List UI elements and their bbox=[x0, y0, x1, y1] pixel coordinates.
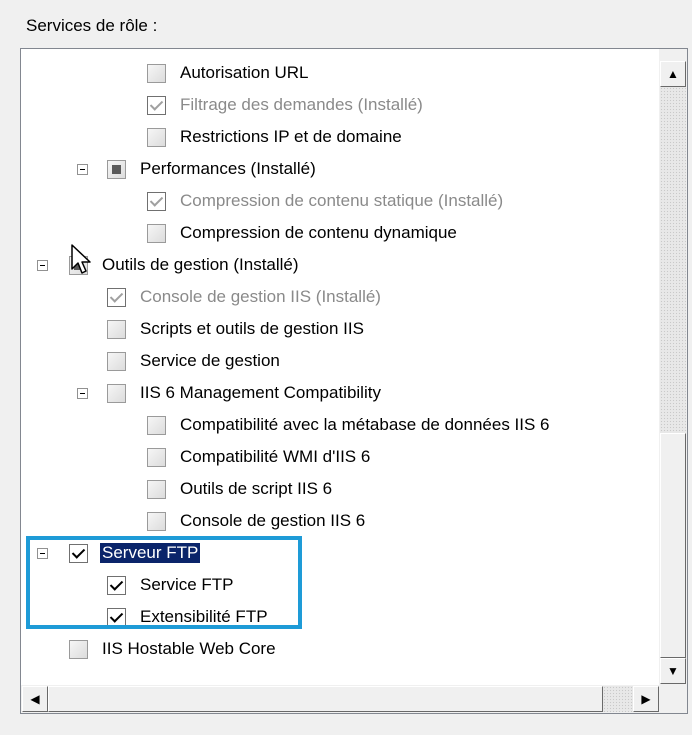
tree-item-label: Extensibilité FTP bbox=[140, 607, 268, 626]
horizontal-scrollbar[interactable]: ◀ ▶ bbox=[21, 685, 660, 713]
tree-item-script-iis6[interactable]: Outils de script IIS 6 bbox=[147, 473, 334, 505]
tree-item-service-ftp[interactable]: Service FTP bbox=[107, 569, 236, 601]
tree-item-label: Autorisation URL bbox=[180, 63, 309, 82]
checkbox[interactable] bbox=[147, 415, 166, 435]
tree-item-serveur-ftp[interactable]: Serveur FTP bbox=[69, 537, 201, 569]
tree-item-label: Console de gestion IIS (Installé) bbox=[140, 287, 381, 306]
checkbox[interactable] bbox=[107, 351, 126, 371]
role-services-tree[interactable]: Autorisation URL Filtrage des demandes (… bbox=[20, 48, 688, 714]
tree-item-iis6-compat[interactable]: IIS 6 Management Compatibility bbox=[107, 377, 383, 409]
tree-item-wmi-iis6[interactable]: Compatibilité WMI d'IIS 6 bbox=[147, 441, 372, 473]
tree-item-filtrage-des-demandes: Filtrage des demandes (Installé) bbox=[147, 89, 425, 121]
mouse-cursor-icon bbox=[71, 244, 91, 274]
tree-item-service-de-gestion[interactable]: Service de gestion bbox=[107, 345, 282, 377]
tree-item-label: Serveur FTP bbox=[100, 543, 201, 563]
tree-item-label: Compatibilité WMI d'IIS 6 bbox=[180, 447, 371, 466]
checkbox[interactable] bbox=[107, 159, 126, 179]
collapse-icon[interactable] bbox=[37, 548, 48, 559]
tree-item-label: Filtrage des demandes (Installé) bbox=[180, 95, 423, 114]
checkbox[interactable] bbox=[69, 543, 88, 563]
tree-item-label: Service de gestion bbox=[140, 351, 280, 370]
tree-item-label: Compression de contenu statique (Install… bbox=[180, 191, 504, 210]
tree-item-label: Restrictions IP et de domaine bbox=[180, 127, 402, 146]
arrow-up-icon: ▲ bbox=[667, 67, 679, 81]
checkbox[interactable] bbox=[147, 479, 166, 499]
arrow-right-icon: ▶ bbox=[641, 692, 651, 706]
tree-item-iis-hostable-web-core[interactable]: IIS Hostable Web Core bbox=[69, 633, 278, 665]
scroll-left-button[interactable]: ◀ bbox=[22, 686, 48, 712]
scroll-track[interactable] bbox=[660, 87, 686, 433]
checkbox[interactable] bbox=[69, 639, 88, 659]
tree-item-performances[interactable]: Performances (Installé) bbox=[107, 153, 318, 185]
checkbox[interactable] bbox=[107, 319, 126, 339]
collapse-icon[interactable] bbox=[77, 164, 88, 175]
checkbox[interactable] bbox=[147, 63, 166, 83]
tree-item-console-iis6[interactable]: Console de gestion IIS 6 bbox=[147, 505, 367, 537]
checkbox[interactable] bbox=[147, 447, 166, 467]
tree-item-label: Console de gestion IIS 6 bbox=[180, 511, 366, 530]
tree-item-metabase-iis6[interactable]: Compatibilité avec la métabase de donnée… bbox=[147, 409, 552, 441]
tree-item-label: Scripts et outils de gestion IIS bbox=[140, 319, 364, 338]
tree-item-compression-dynamique[interactable]: Compression de contenu dynamique bbox=[147, 217, 459, 249]
tree-item-label: IIS Hostable Web Core bbox=[102, 639, 276, 658]
checkbox bbox=[107, 287, 126, 307]
tree-item-compression-statique: Compression de contenu statique (Install… bbox=[147, 185, 505, 217]
scroll-down-button[interactable]: ▼ bbox=[660, 658, 686, 684]
tree-item-outils-de-gestion[interactable]: Outils de gestion (Installé) bbox=[69, 249, 301, 281]
tree-item-scripts-outils[interactable]: Scripts et outils de gestion IIS bbox=[107, 313, 366, 345]
tree-item-extensibilite-ftp[interactable]: Extensibilité FTP bbox=[107, 601, 270, 633]
scroll-up-button[interactable]: ▲ bbox=[660, 61, 686, 87]
tree-item-label: Compatibilité avec la métabase de donnée… bbox=[180, 415, 550, 434]
hscroll-thumb[interactable] bbox=[48, 686, 603, 712]
hscroll-track[interactable] bbox=[603, 686, 633, 712]
checkbox bbox=[147, 95, 166, 115]
arrow-left-icon: ◀ bbox=[30, 692, 40, 706]
checkbox[interactable] bbox=[147, 511, 166, 531]
arrow-down-icon: ▼ bbox=[667, 664, 679, 678]
scroll-thumb[interactable] bbox=[660, 433, 686, 658]
checkbox[interactable] bbox=[147, 223, 166, 243]
checkbox[interactable] bbox=[107, 607, 126, 627]
role-services-heading: Services de rôle : bbox=[26, 16, 158, 35]
collapse-icon[interactable] bbox=[77, 388, 88, 399]
tree-item-restrictions-ip[interactable]: Restrictions IP et de domaine bbox=[147, 121, 404, 153]
scrollbar-corner bbox=[659, 685, 687, 713]
tree-item-console-gestion-iis: Console de gestion IIS (Installé) bbox=[107, 281, 383, 313]
tree-item-label: IIS 6 Management Compatibility bbox=[140, 383, 381, 402]
checkbox[interactable] bbox=[107, 575, 126, 595]
vertical-scrollbar[interactable]: ▲ ▼ bbox=[659, 49, 687, 686]
checkbox[interactable] bbox=[147, 127, 166, 147]
tree-item-autorisation-url[interactable]: Autorisation URL bbox=[147, 57, 311, 89]
tree-item-label: Outils de script IIS 6 bbox=[180, 479, 333, 498]
checkbox[interactable] bbox=[107, 383, 126, 403]
checkbox bbox=[147, 191, 166, 211]
scroll-right-button[interactable]: ▶ bbox=[633, 686, 659, 712]
tree-item-label: Outils de gestion (Installé) bbox=[102, 255, 299, 274]
tree-item-label: Performances (Installé) bbox=[140, 159, 316, 178]
tree-viewport: Autorisation URL Filtrage des demandes (… bbox=[21, 49, 660, 686]
tree-item-label: Service FTP bbox=[140, 575, 234, 594]
tree-item-label: Compression de contenu dynamique bbox=[180, 223, 457, 242]
collapse-icon[interactable] bbox=[37, 260, 48, 271]
